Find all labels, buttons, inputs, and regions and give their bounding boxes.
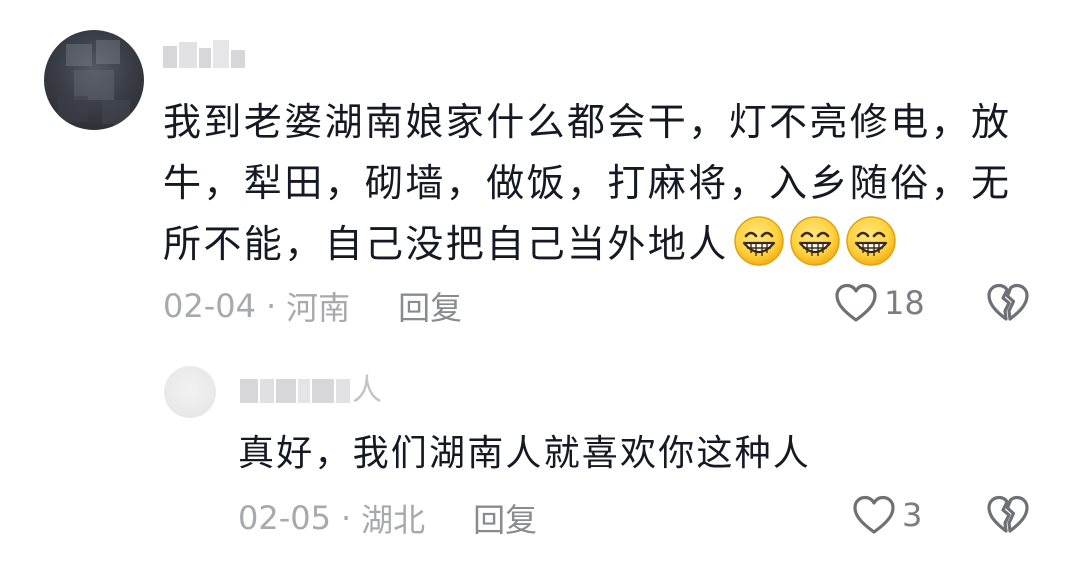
like-button[interactable]: 18 [834,282,925,324]
broken-heart-icon [987,283,1029,321]
dislike-button[interactable] [986,494,1030,540]
reply-location: 湖北 [361,501,426,539]
heart-icon [835,283,877,322]
username[interactable] [163,38,245,68]
reply-username[interactable]: 人 [240,372,382,410]
reply-meta: 02-05 · 湖北 回复 [238,492,537,544]
reply-button[interactable]: 回复 [398,283,462,329]
meta-separator: · [265,287,277,325]
like-button[interactable]: 3 [852,494,922,536]
grinning-face-icon [845,216,896,266]
meta-separator: · [340,499,352,537]
grinning-face-icon [733,216,784,266]
like-count: 18 [884,284,925,322]
heart-icon [853,495,895,534]
reply-username-suffix: 人 [352,373,382,408]
comment-meta: 02-04 · 河南 回复 [163,280,462,332]
broken-heart-icon [987,495,1029,533]
comment-text: 我到老婆湖南娘家什么都会干，灯不亮修电，放牛，犁田，砌墙，做饭，打麻将，入乡随俗… [163,92,1023,275]
reply-date: 02-05 [238,499,331,537]
comment-date: 02-04 [163,287,256,325]
reply-button[interactable]: 回复 [473,495,537,541]
reply-text: 真好，我们湖南人就喜欢你这种人 [238,433,812,474]
dislike-button[interactable] [986,282,1030,328]
grinning-face-icon [789,216,840,266]
like-count: 3 [902,496,923,534]
reply-avatar[interactable] [164,366,216,418]
comment-location: 河南 [286,289,351,327]
avatar[interactable] [44,30,144,130]
